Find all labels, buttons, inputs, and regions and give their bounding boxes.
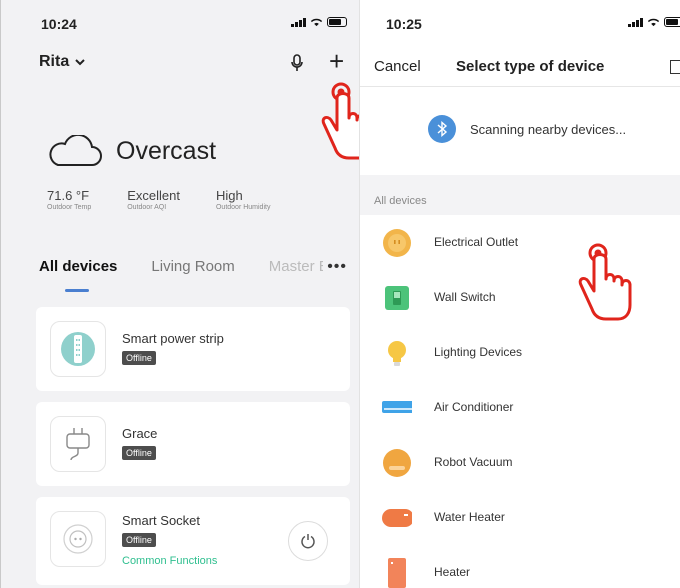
divider [360,86,680,87]
scanning-text: Scanning nearby devices... [470,121,627,137]
outlet-icon [383,229,411,257]
device-type-item[interactable]: Heater [360,558,680,588]
bluetooth-icon [428,115,456,143]
status-time: 10:24 [41,16,77,32]
device-type-item[interactable]: Water Heater [360,503,680,558]
device-type-item[interactable]: Air Conditioner [360,393,680,448]
status-time: 10:25 [386,16,422,32]
stat-humidity: High Outdoor Humidity [215,188,271,212]
cancel-button[interactable]: Cancel [374,58,421,75]
stat-value: Excellent [127,188,180,203]
stat-label: Outdoor Temp [47,204,92,211]
heater-icon [388,558,406,588]
stat-temp: 71.6 °F Outdoor Temp [47,188,92,212]
robot-vacuum-icon [383,449,411,477]
tab-indicator [65,289,89,292]
status-icons [628,17,680,27]
power-icon [301,534,315,549]
tab-living-room[interactable]: Living Room [151,258,234,275]
status-badge: Offline [122,533,156,547]
weather-summary: Overcast [46,135,216,167]
more-icon[interactable]: ••• [323,258,347,276]
status-badge: Offline [122,351,156,365]
tab-all-devices[interactable]: All devices [39,258,117,275]
device-type-item[interactable]: Robot Vacuum [360,448,680,503]
device-name: Smart Socket [122,513,201,528]
device-type-name: Water Heater [434,510,505,524]
device-type-name: Air Conditioner [434,400,514,414]
water-heater-icon [382,509,412,527]
scan-qr-icon[interactable] [670,60,680,74]
tap-hand-icon [321,82,359,160]
signal-icon [628,17,643,27]
battery-icon [664,17,680,27]
device-type-item[interactable]: Lighting Devices [360,338,680,393]
air-conditioner-icon [382,401,412,413]
device-type-name: Lighting Devices [434,345,523,359]
stat-value: High [215,188,243,203]
bluetooth-scan-status: Scanning nearby devices... [428,115,626,143]
cloud-icon [49,135,102,166]
wifi-icon [647,18,660,27]
chevron-down-icon [75,58,85,65]
microphone-icon[interactable] [290,54,304,72]
device-card[interactable]: Smart power strip Offline [36,307,350,391]
page-title: Select type of device [456,58,605,75]
power-button[interactable] [288,521,328,561]
plug-icon [50,416,106,472]
device-type-name: Wall Switch [434,290,496,304]
weather-label: Overcast [116,136,217,165]
section-label: All devices [374,195,427,207]
stat-value: 71.6 °F [47,188,90,203]
nav-bar: Cancel Select type of device [360,56,680,86]
stat-label: Outdoor Humidity [215,204,271,211]
device-name: Grace [122,426,158,441]
tab-master-bedroom[interactable]: Master B [269,258,329,275]
weather-stats: 71.6 °F Outdoor Temp Excellent Outdoor A… [47,188,306,212]
device-type-name: Heater [434,565,471,579]
battery-icon [327,17,347,27]
device-card[interactable]: Smart Socket Offline Common Functions [36,497,350,585]
wifi-icon [310,18,323,27]
common-functions-link[interactable]: Common Functions [122,555,217,567]
status-icons [291,17,347,27]
status-bar: 10:25 [360,0,680,40]
stat-label: Outdoor AQI [127,204,167,211]
device-type-name: Electrical Outlet [434,235,519,249]
select-device-screen: 10:25 Cancel Select type of device Scann… [360,0,680,588]
light-bulb-icon [388,341,406,366]
device-card[interactable]: Grace Offline [36,402,350,486]
home-screen: 10:24 Rita + Overcast 71.6 °F Outdoor Te… [0,0,360,588]
home-name: Rita [39,53,70,70]
device-name: Smart power strip [122,331,224,346]
add-device-icon[interactable]: + [329,48,344,74]
status-badge: Offline [122,446,156,460]
power-strip-icon [50,321,106,377]
status-bar: 10:24 [1,0,359,40]
home-selector[interactable]: Rita [39,53,85,71]
room-tabs: All devices Living Room Master B [39,258,359,275]
tap-hand-icon [578,243,632,321]
socket-icon [50,511,106,567]
wall-switch-icon [385,286,409,310]
device-type-name: Robot Vacuum [434,455,513,469]
stat-aqi: Excellent Outdoor AQI [127,188,180,212]
signal-icon [291,17,306,27]
